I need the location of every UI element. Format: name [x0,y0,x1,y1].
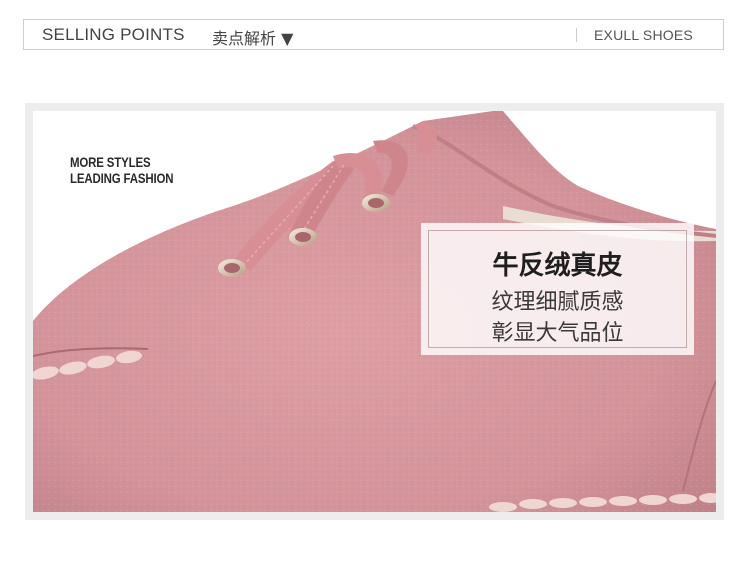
feature-callout: 牛反绒真皮 纹理细腻质感 彰显大气品位 [421,223,694,355]
feature-callout-border: 牛反绒真皮 纹理细腻质感 彰显大气品位 [428,230,687,348]
feature-title: 牛反绒真皮 [492,251,623,281]
product-photo-frame: MORE STYLES LEADING FASHION 牛反绒真皮 纹理细腻质感… [25,103,724,520]
section-subtitle-dropdown[interactable]: 卖点解析 ▼ [212,25,293,49]
fashion-slogan: MORE STYLES LEADING FASHION [70,154,174,186]
brand-name: EXULL SHOES [594,27,693,43]
section-header: SELLING POINTS 卖点解析 ▼ EXULL SHOES [23,19,724,50]
header-divider [576,28,577,42]
feature-description-line-1: 纹理细腻质感 [491,290,624,315]
slogan-line-1: MORE STYLES [70,154,151,170]
section-title: SELLING POINTS [42,25,185,44]
slogan-line-2: LEADING FASHION [70,170,174,186]
feature-description-line-2: 彰显大气品位 [491,321,624,346]
product-photo: MORE STYLES LEADING FASHION 牛反绒真皮 纹理细腻质感… [33,111,716,512]
